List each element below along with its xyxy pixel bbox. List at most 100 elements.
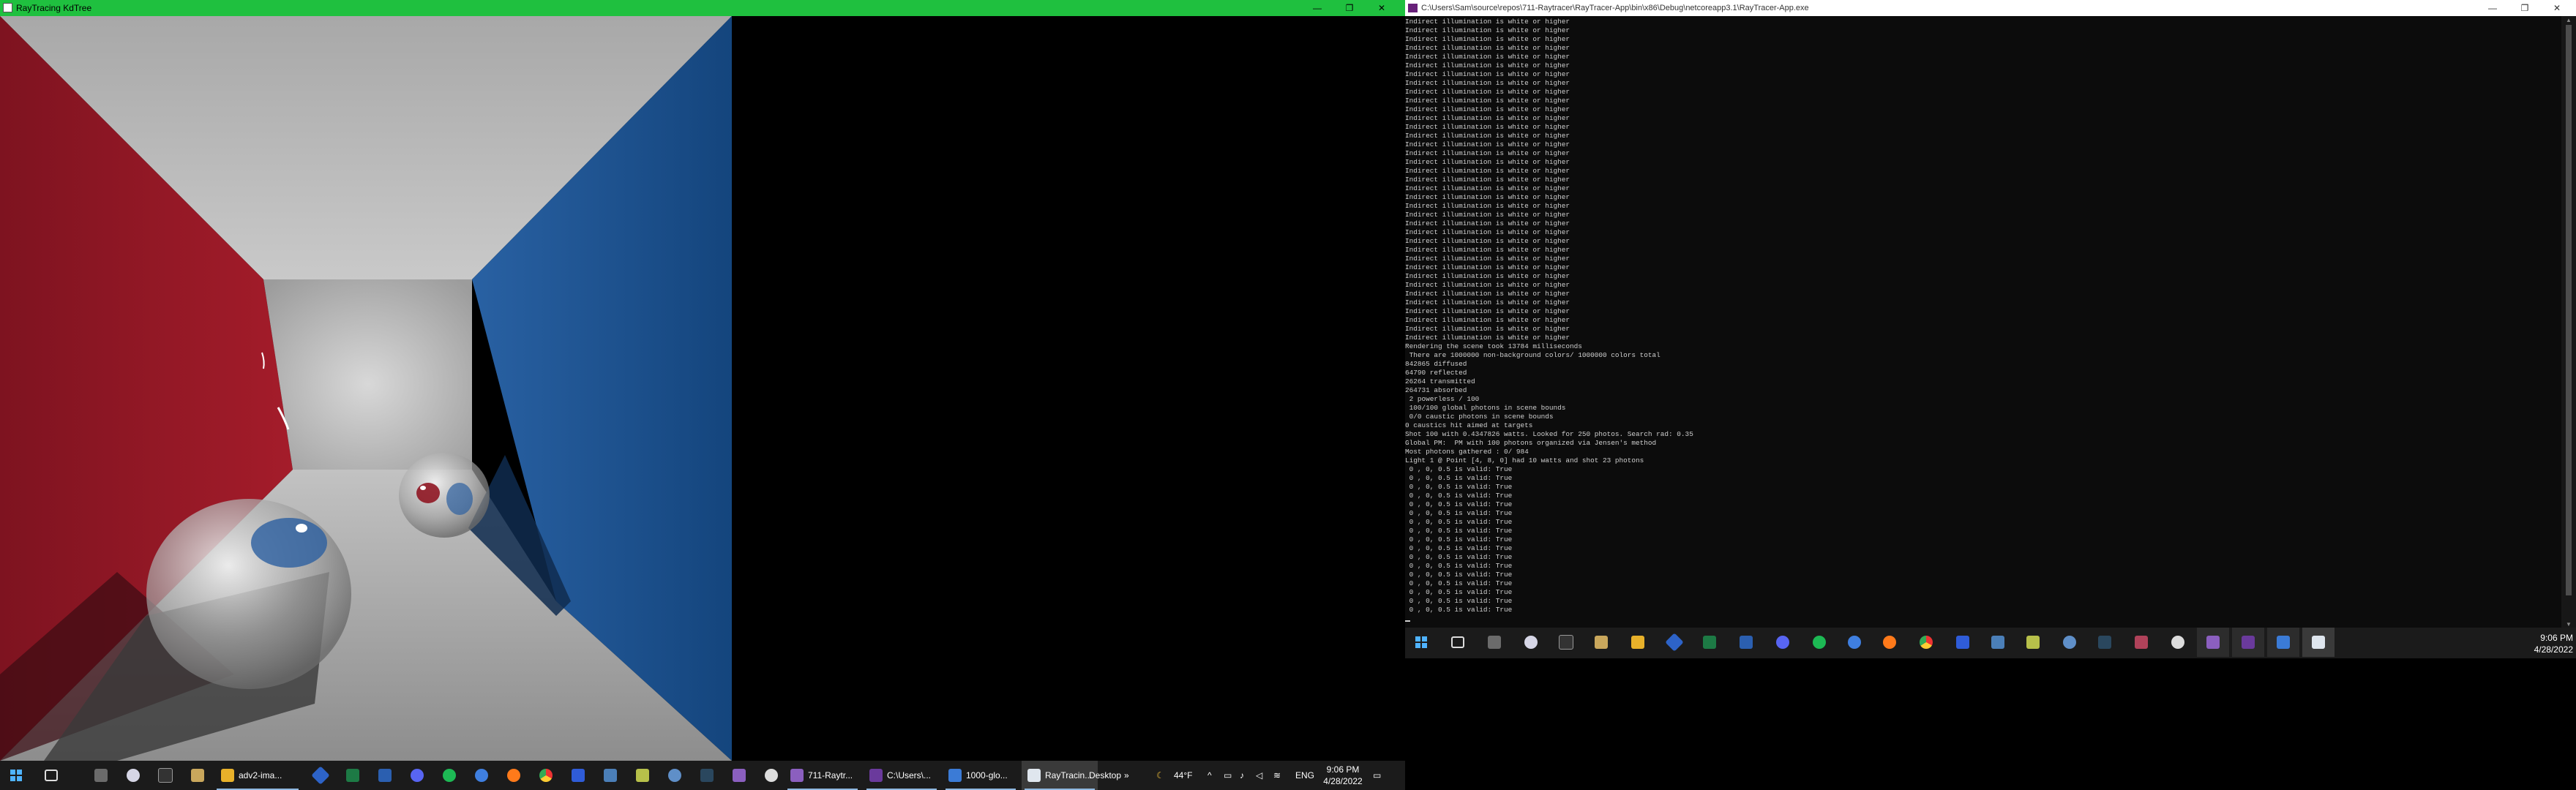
- notes-icon[interactable]: [626, 761, 659, 790]
- clock-date: 4/28/2022: [2534, 644, 2573, 655]
- desktop-toolbar-label[interactable]: Desktop: [1089, 761, 1121, 790]
- visual-studio-icon[interactable]: [2197, 628, 2229, 657]
- taskbar-clock[interactable]: 9:06 PM 4/28/2022: [1317, 764, 1368, 787]
- console-line: 0 , 0, 0.5 is valid: True: [1405, 509, 1513, 517]
- console-line: Indirect illumination is white or higher: [1405, 149, 1570, 157]
- console-app-icon[interactable]: [2232, 628, 2264, 657]
- maximize-button[interactable]: ❐: [2509, 0, 2541, 16]
- notepad-icon[interactable]: [181, 761, 214, 790]
- taskbar-app-vs[interactable]: 711-Raytr...: [785, 761, 861, 790]
- console-line: Indirect illumination is white or higher: [1405, 88, 1570, 96]
- paint-icon[interactable]: [1515, 628, 1547, 657]
- gaming-icon[interactable]: [1478, 628, 1510, 657]
- close-button[interactable]: ✕: [2541, 0, 2573, 16]
- console-line: Indirect illumination is white or higher: [1405, 105, 1570, 113]
- console-line: 0 , 0, 0.5 is valid: True: [1405, 518, 1513, 526]
- language-indicator[interactable]: ENG: [1295, 761, 1314, 790]
- terminal-icon[interactable]: [149, 761, 181, 790]
- toolbar-expand-icon[interactable]: »: [1124, 761, 1129, 790]
- malwarebytes-icon[interactable]: [1947, 628, 1979, 657]
- paint-icon[interactable]: [117, 761, 149, 790]
- close-button[interactable]: ✕: [1366, 0, 1398, 16]
- weather-temp[interactable]: 44°F: [1174, 761, 1192, 790]
- console-line: Indirect illumination is white or higher: [1405, 246, 1570, 254]
- notification-icon[interactable]: ▭: [1373, 761, 1381, 790]
- taskbar-app-console[interactable]: C:\Users\...: [864, 761, 940, 790]
- steam-icon[interactable]: [691, 761, 723, 790]
- scroll-up-icon[interactable]: ▲: [2561, 16, 2576, 25]
- console-titlebar[interactable]: C:\Users\Sam\source\repos\711-Raytracer\…: [1405, 0, 2576, 16]
- spotify-icon[interactable]: [433, 761, 465, 790]
- taskbar-app-raytracing[interactable]: RayTracin...: [1022, 761, 1098, 790]
- taskbar-app-label: adv2-ima...: [239, 770, 282, 780]
- weather-icon[interactable]: ☾: [1156, 761, 1164, 790]
- console-line: Indirect illumination is white or higher: [1405, 228, 1570, 236]
- raytracing-app-icon[interactable]: [2302, 628, 2334, 657]
- console-line: Indirect illumination is white or higher: [1405, 202, 1570, 210]
- speaker-icon[interactable]: ◁: [1256, 761, 1262, 790]
- calculator-icon[interactable]: [594, 761, 626, 790]
- settings-icon[interactable]: [2053, 628, 2086, 657]
- chrome-icon[interactable]: [530, 761, 562, 790]
- task-view-icon[interactable]: [35, 761, 67, 790]
- spotify-icon[interactable]: [1803, 628, 1835, 657]
- scrollbar-thumb[interactable]: [2566, 25, 2572, 595]
- tray-overflow-icon[interactable]: ^: [1208, 761, 1212, 790]
- word-icon[interactable]: [1730, 628, 1762, 657]
- taskbar-app-glo[interactable]: 1000-glo...: [943, 761, 1019, 790]
- firefox-icon[interactable]: [1873, 628, 1906, 657]
- console-line: Indirect illumination is white or higher: [1405, 18, 1570, 26]
- calculator-icon[interactable]: [1982, 628, 2014, 657]
- firefox-dev-icon[interactable]: [465, 761, 498, 790]
- raytracing-titlebar[interactable]: RayTracing KdTree — ❐ ✕: [0, 0, 1405, 16]
- window-title: RayTracing KdTree: [16, 3, 92, 13]
- console-cursor: [1405, 620, 1410, 622]
- volume-icon[interactable]: ♪: [1240, 761, 1244, 790]
- wifi-icon[interactable]: ≋: [1273, 761, 1281, 790]
- clock-time: 9:06 PM: [1326, 764, 1360, 775]
- unity-icon[interactable]: [755, 761, 787, 790]
- minimize-button[interactable]: —: [1301, 0, 1333, 16]
- visual-studio-icon: [1408, 4, 1418, 12]
- excel-icon[interactable]: [337, 761, 369, 790]
- discord-icon[interactable]: [401, 761, 433, 790]
- console-scrollbar[interactable]: ▲ ▼: [2561, 16, 2576, 629]
- steam-icon[interactable]: [2089, 628, 2121, 657]
- minimize-button[interactable]: —: [2476, 0, 2509, 16]
- sourcetree-icon[interactable]: [304, 761, 337, 790]
- unity-icon[interactable]: [2162, 628, 2194, 657]
- console-line: 2 powerless / 100: [1405, 395, 1480, 403]
- maximize-button[interactable]: ❐: [1333, 0, 1366, 16]
- file-explorer-icon[interactable]: [1622, 628, 1654, 657]
- excel-icon[interactable]: [1693, 628, 1726, 657]
- firefox-icon[interactable]: [498, 761, 530, 790]
- snipping-icon[interactable]: [2125, 628, 2157, 657]
- discord-icon[interactable]: [1767, 628, 1799, 657]
- chrome-icon[interactable]: [1910, 628, 1942, 657]
- snipping-icon[interactable]: [723, 761, 755, 790]
- word-icon[interactable]: [369, 761, 401, 790]
- console-output[interactable]: Indirect illumination is white or higher…: [1405, 16, 2561, 629]
- sourcetree-icon[interactable]: [1658, 628, 1690, 657]
- gaming-icon[interactable]: [85, 761, 117, 790]
- console-line: Indirect illumination is white or higher: [1405, 44, 1570, 52]
- windows-start-icon[interactable]: [1405, 628, 1437, 657]
- console-line: Indirect illumination is white or higher: [1405, 53, 1570, 61]
- taskbar-clock[interactable]: 9:06 PM 4/28/2022: [2503, 632, 2573, 655]
- windows-start-icon[interactable]: [0, 761, 32, 790]
- glo-app-icon[interactable]: [2267, 628, 2299, 657]
- console-line: 0 , 0, 0.5 is valid: True: [1405, 579, 1513, 587]
- taskbar-app-adv2[interactable]: adv2-ima...: [214, 761, 302, 790]
- terminal-icon[interactable]: [1550, 628, 1582, 657]
- task-view-icon[interactable]: [1442, 628, 1474, 657]
- empty-desktop-area: [1405, 658, 2576, 790]
- console-window-title: C:\Users\Sam\source\repos\711-Raytracer\…: [1421, 4, 1809, 12]
- malwarebytes-icon[interactable]: [562, 761, 594, 790]
- console-line: Shot 100 with 0.4347826 watts. Looked fo…: [1405, 430, 1693, 438]
- console-line: Light 1 @ Point [4, 8, 0] had 10 watts a…: [1405, 456, 1644, 464]
- settings-icon[interactable]: [659, 761, 691, 790]
- firefox-dev-icon[interactable]: [1838, 628, 1871, 657]
- network-icon[interactable]: ▭: [1224, 761, 1232, 790]
- notes-icon[interactable]: [2017, 628, 2049, 657]
- notepad-icon[interactable]: [1585, 628, 1617, 657]
